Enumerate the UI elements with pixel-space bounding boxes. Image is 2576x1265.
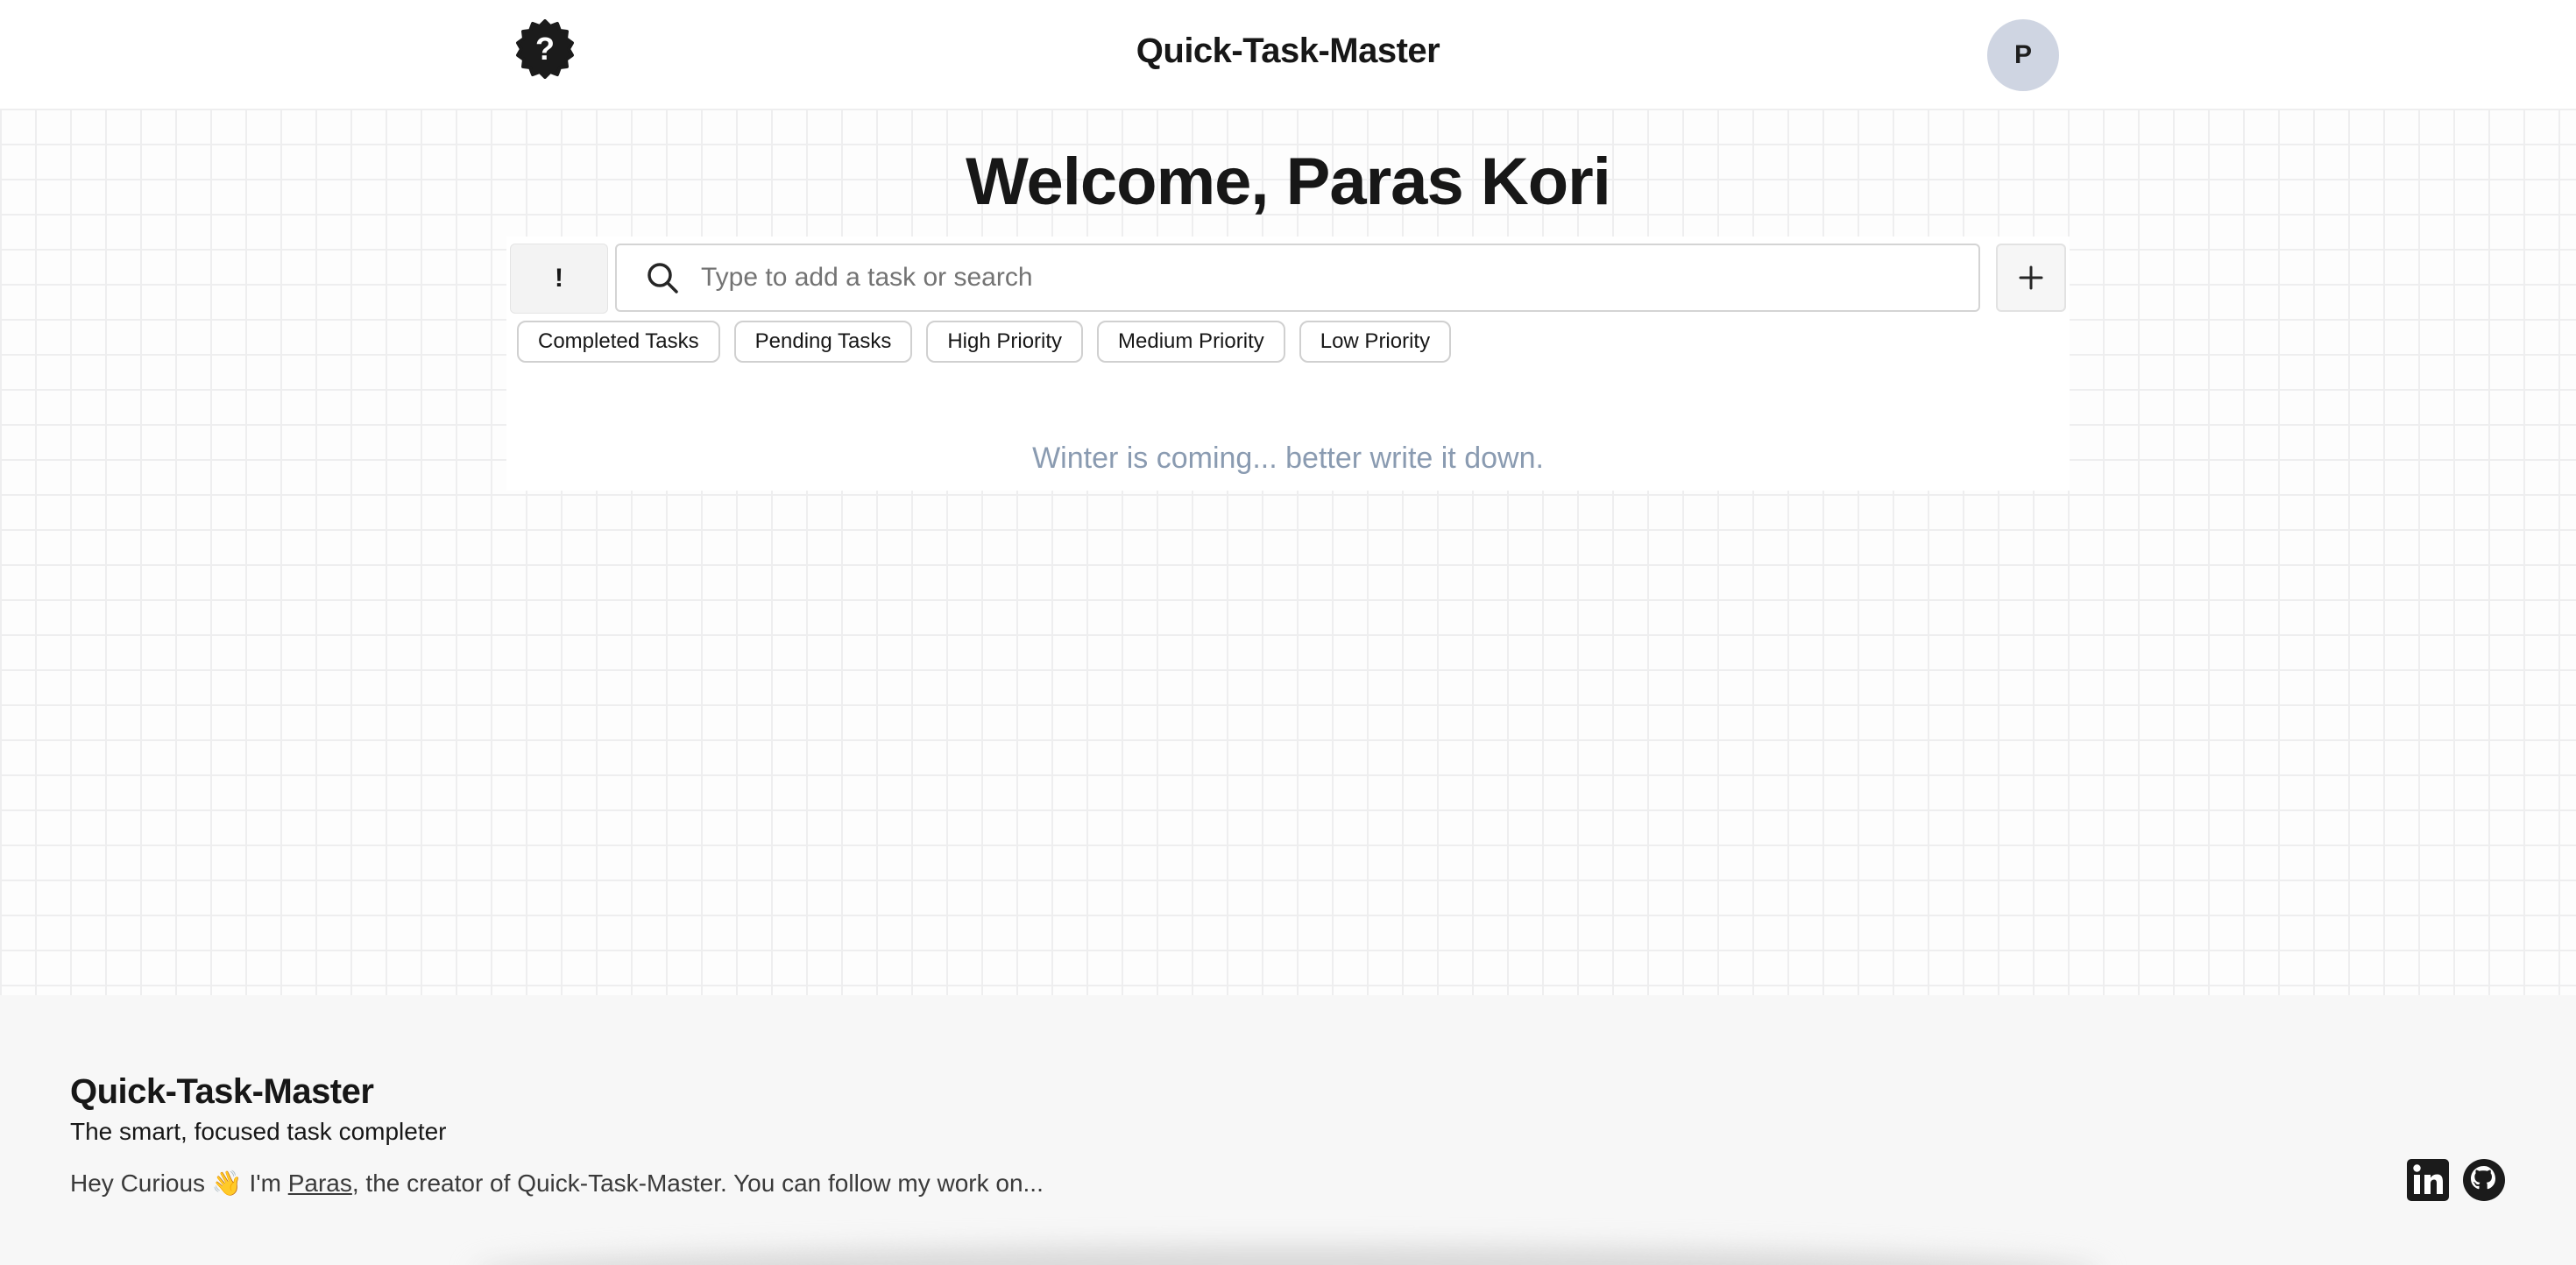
footer: Quick-Task-Master The smart, focused tas…	[0, 995, 2576, 1265]
footer-intro-suffix: , the creator of Quick-Task-Master. You …	[351, 1170, 1044, 1197]
filter-completed-tasks[interactable]: Completed Tasks	[517, 321, 720, 363]
filter-high-priority[interactable]: High Priority	[926, 321, 1084, 363]
social-links	[2406, 1158, 2506, 1202]
user-avatar[interactable]: P	[1987, 19, 2059, 91]
filter-low-priority[interactable]: Low Priority	[1299, 321, 1452, 363]
footer-intro-prefix: Hey Curious 👋 I'm	[70, 1170, 288, 1197]
linkedin-icon[interactable]	[2406, 1158, 2450, 1202]
priority-toggle-button[interactable]: !	[510, 244, 608, 314]
github-icon[interactable]	[2462, 1158, 2506, 1202]
filter-medium-priority[interactable]: Medium Priority	[1097, 321, 1285, 363]
app-title: Quick-Task-Master	[1136, 32, 1440, 70]
bottom-shadow	[473, 1246, 2103, 1265]
plus-icon	[2019, 265, 2043, 290]
empty-state-message: Winter is coming... better write it down…	[1032, 442, 1544, 475]
add-task-button[interactable]	[1996, 244, 2066, 312]
welcome-heading: Welcome, Paras Kori	[966, 145, 1611, 219]
footer-tagline: The smart, focused task completer	[70, 1118, 447, 1145]
creator-link[interactable]: Paras	[288, 1170, 352, 1197]
filter-chips: Completed Tasks Pending Tasks High Prior…	[517, 321, 1452, 363]
top-bar: ? Quick-Task-Master P	[0, 0, 2576, 109]
task-board: Welcome, Paras Kori	[0, 109, 2576, 995]
filter-pending-tasks[interactable]: Pending Tasks	[733, 321, 913, 363]
task-search-input[interactable]	[699, 262, 1929, 293]
search-icon	[645, 260, 680, 295]
footer-title: Quick-Task-Master	[70, 1072, 374, 1111]
footer-intro: Hey Curious 👋 I'm Paras, the creator of …	[70, 1169, 1044, 1198]
task-search-box[interactable]	[615, 244, 1980, 312]
